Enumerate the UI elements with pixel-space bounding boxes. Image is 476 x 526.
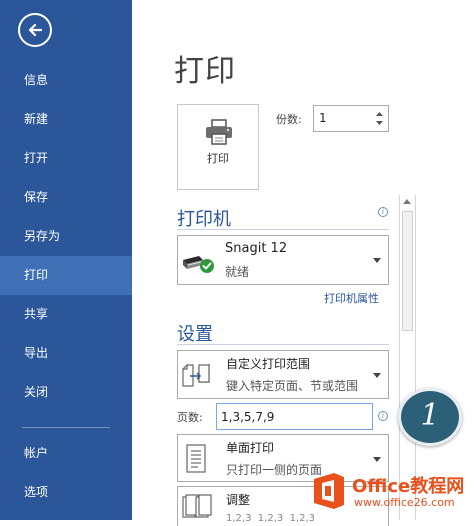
back-arrow-icon bbox=[28, 23, 43, 37]
section-divider bbox=[177, 344, 389, 345]
scroll-up-icon[interactable] bbox=[403, 199, 411, 204]
copies-value: 1 bbox=[319, 111, 327, 125]
collate-sub: 1,2,3 1,2,3 1,2,3 bbox=[226, 513, 316, 524]
backstage-sidebar: 信息 新建 打开 保存 另存为 打印 共享 导出 关闭 帐户 选项 bbox=[0, 0, 132, 520]
nav-item-save-as[interactable]: 另存为 bbox=[0, 217, 132, 256]
nav-item-new[interactable]: 新建 bbox=[0, 100, 132, 139]
printer-name: Snagit 12 bbox=[225, 241, 288, 256]
scrollbar-thumb[interactable] bbox=[402, 211, 413, 331]
settings-heading: 设置 bbox=[177, 324, 213, 345]
chevron-down-icon bbox=[373, 373, 381, 378]
print-button-label: 打印 bbox=[207, 152, 229, 165]
page-range-icon bbox=[182, 364, 210, 387]
print-sides-main: 单面打印 bbox=[226, 441, 275, 455]
print-range-main: 自定义打印范围 bbox=[226, 357, 311, 371]
watermark-url: www.office26.com bbox=[354, 496, 455, 509]
printer-dropdown[interactable]: Snagit 12 就绪 bbox=[177, 235, 389, 285]
print-range-dropdown[interactable]: 自定义打印范围 键入特定页面、节或范围 bbox=[177, 350, 389, 399]
nav-item-share[interactable]: 共享 bbox=[0, 295, 132, 334]
nav-item-options[interactable]: 选项 bbox=[0, 473, 132, 512]
nav-item-info[interactable]: 信息 bbox=[0, 61, 132, 100]
printer-properties-link[interactable]: 打印机属性 bbox=[324, 290, 379, 306]
pages-label: 页数: bbox=[177, 411, 203, 424]
nav-item-export[interactable]: 导出 bbox=[0, 334, 132, 373]
step-number-badge: 1 bbox=[398, 388, 462, 446]
copies-stepper[interactable]: 1 bbox=[313, 105, 389, 132]
printer-status-icon bbox=[183, 256, 214, 273]
page-title: 打印 bbox=[174, 54, 236, 89]
print-sides-sub: 只打印一侧的页面 bbox=[226, 463, 323, 477]
copies-label: 份数: bbox=[276, 113, 302, 126]
printer-status: 就绪 bbox=[225, 265, 250, 279]
print-button[interactable]: 打印 bbox=[177, 104, 259, 190]
office-logo-icon bbox=[314, 473, 344, 509]
collate-main: 调整 bbox=[226, 493, 251, 507]
one-sided-page-icon bbox=[186, 444, 206, 473]
nav-separator bbox=[22, 427, 110, 428]
nav-item-print[interactable]: 打印 bbox=[0, 256, 132, 295]
section-divider bbox=[177, 229, 389, 230]
nav-item-open[interactable]: 打开 bbox=[0, 139, 132, 178]
collate-pages-icon bbox=[182, 494, 212, 518]
chevron-down-icon bbox=[373, 258, 381, 263]
nav-item-close[interactable]: 关闭 bbox=[0, 373, 132, 412]
nav-item-account[interactable]: 帐户 bbox=[0, 434, 132, 473]
print-range-sub: 键入特定页面、节或范围 bbox=[226, 379, 359, 393]
spinner-arrows-icon[interactable] bbox=[375, 108, 384, 129]
printer-icon bbox=[206, 119, 232, 145]
nav-item-save[interactable]: 保存 bbox=[0, 178, 132, 217]
watermark-brand: Office教程网 bbox=[352, 476, 465, 497]
info-icon[interactable]: i bbox=[378, 411, 388, 421]
chevron-down-icon bbox=[373, 457, 381, 462]
back-button[interactable] bbox=[18, 13, 52, 47]
pages-input[interactable] bbox=[216, 403, 373, 430]
info-icon[interactable]: i bbox=[378, 207, 388, 217]
printer-heading: 打印机 bbox=[177, 209, 231, 230]
